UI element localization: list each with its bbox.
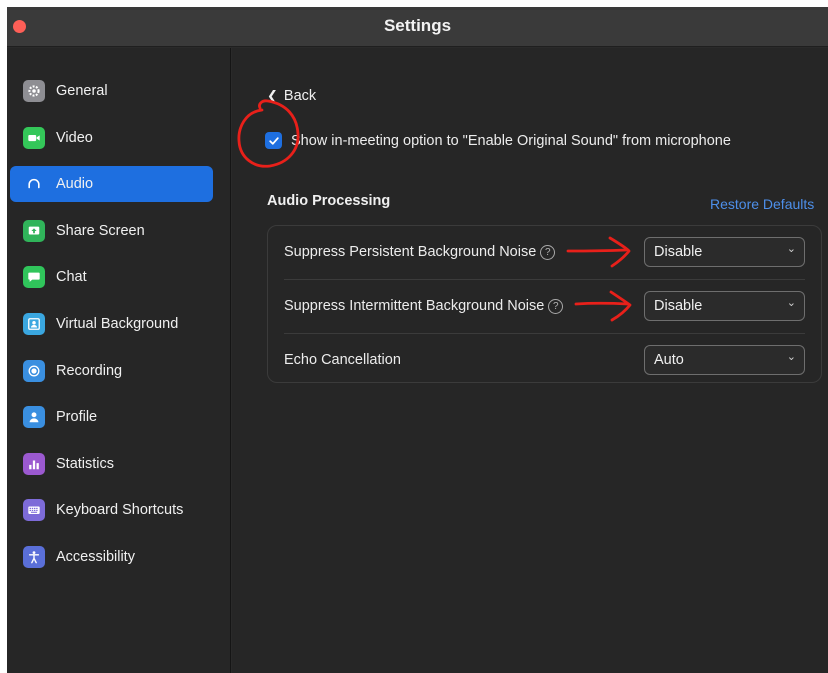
intermittent-noise-select[interactable]: Disable ⌄ (644, 291, 805, 321)
gear-icon (23, 80, 45, 102)
settings-row-intermittent-noise: Suppress Intermittent Background Noise ?… (268, 280, 821, 334)
sidebar-item-share-screen[interactable]: Share Screen (10, 213, 213, 249)
sidebar-item-label: Recording (56, 363, 123, 379)
sidebar-item-virtual-background[interactable]: Virtual Background (10, 306, 213, 342)
row-label-wrap: Suppress Persistent Background Noise ? (284, 244, 556, 260)
intermittent-noise-label: Suppress Intermittent Background Noise (284, 298, 545, 314)
original-sound-option: Show in-meeting option to "Enable Origin… (265, 132, 731, 149)
back-label: Back (283, 88, 317, 104)
sidebar-item-audio[interactable]: Audio (10, 166, 213, 202)
checkmark-icon (268, 136, 279, 145)
window-title: Settings (383, 16, 452, 35)
sidebar-item-label: Video (56, 130, 93, 146)
chevron-left-icon: ❮ (267, 88, 278, 103)
sidebar-item-recording[interactable]: Recording (10, 353, 213, 389)
help-icon[interactable]: ? (548, 298, 564, 314)
sidebar-item-label: Virtual Background (56, 316, 179, 332)
original-sound-checkbox[interactable] (265, 132, 282, 149)
audio-processing-heading: Audio Processing (267, 193, 391, 209)
keyboard-icon (23, 499, 45, 521)
sidebar-item-chat[interactable]: Chat (10, 259, 213, 295)
echo-cancellation-select[interactable]: Auto ⌄ (644, 345, 805, 375)
sidebar-item-label: Accessibility (56, 549, 135, 565)
sidebar-item-label: Profile (56, 409, 98, 425)
bar-chart-icon (23, 453, 45, 475)
sidebar-item-profile[interactable]: Profile (10, 399, 213, 435)
sidebar-item-label: Chat (56, 269, 87, 285)
chevron-down-icon: ⌄ (786, 351, 796, 363)
accessibility-icon (23, 546, 45, 568)
back-button[interactable]: ❮ Back (267, 88, 316, 104)
sidebar-item-general[interactable]: General (10, 73, 213, 109)
audio-processing-group: Suppress Persistent Background Noise ? D… (267, 225, 822, 383)
title-bar: Settings (7, 7, 828, 47)
row-label-wrap: Echo Cancellation (284, 352, 401, 368)
original-sound-label: Show in-meeting option to "Enable Origin… (291, 132, 731, 149)
row-label-wrap: Suppress Intermittent Background Noise ? (284, 298, 564, 314)
select-value: Disable (654, 244, 703, 260)
video-camera-icon (23, 127, 45, 149)
chevron-down-icon: ⌄ (786, 243, 796, 255)
settings-sidebar: General Video Audio Share Screen Chat Vi… (7, 48, 231, 673)
echo-cancellation-label: Echo Cancellation (284, 352, 401, 368)
settings-row-persistent-noise: Suppress Persistent Background Noise ? D… (268, 226, 821, 280)
restore-defaults-link[interactable]: Restore Defaults (710, 196, 814, 212)
sidebar-item-keyboard-shortcuts[interactable]: Keyboard Shortcuts (10, 492, 213, 528)
settings-window: Settings General Video Audio Share Scree… (7, 7, 828, 673)
settings-row-echo-cancellation: Echo Cancellation Auto ⌄ (268, 334, 821, 388)
persistent-noise-label: Suppress Persistent Background Noise (284, 244, 537, 260)
select-value: Disable (654, 298, 703, 314)
record-icon (23, 360, 45, 382)
sidebar-item-label: Keyboard Shortcuts (56, 502, 184, 518)
sidebar-item-label: Audio (56, 176, 94, 192)
help-icon[interactable]: ? (540, 244, 556, 260)
chevron-down-icon: ⌄ (786, 297, 796, 309)
person-frame-icon (23, 313, 45, 335)
user-icon (23, 406, 45, 428)
sidebar-item-statistics[interactable]: Statistics (10, 446, 213, 482)
headphones-icon (23, 173, 45, 195)
sidebar-item-label: Share Screen (56, 223, 145, 239)
sidebar-item-label: General (56, 83, 108, 99)
sidebar-item-video[interactable]: Video (10, 120, 213, 156)
sidebar-item-label: Statistics (56, 456, 115, 472)
audio-settings-panel: ❮ Back Show in-meeting option to "Enable… (232, 48, 828, 673)
sidebar-item-accessibility[interactable]: Accessibility (10, 539, 213, 575)
share-screen-icon (23, 220, 45, 242)
chat-bubble-icon (23, 266, 45, 288)
select-value: Auto (654, 352, 684, 368)
persistent-noise-select[interactable]: Disable ⌄ (644, 237, 805, 267)
